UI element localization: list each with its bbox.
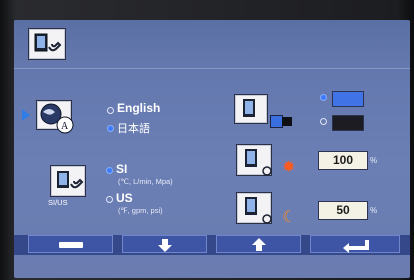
language-english-radio[interactable]	[107, 107, 114, 114]
bg-black-swatch[interactable]	[332, 115, 364, 131]
bg-black-radio[interactable]	[320, 118, 327, 125]
selection-pointer-icon	[22, 109, 30, 121]
units-si-label[interactable]: SI	[116, 162, 127, 176]
night-brightness-icon	[236, 192, 272, 224]
return-icon	[343, 240, 369, 253]
day-brightness-icon	[236, 144, 272, 176]
bg-blue-radio[interactable]	[320, 94, 327, 101]
day-brightness-value[interactable]: 100	[318, 151, 368, 170]
units-us-radio[interactable]	[106, 196, 113, 203]
units-si-detail: (℃, L/min, Mpa)	[118, 177, 173, 186]
moon-icon: ☾	[282, 209, 297, 226]
units-us-label[interactable]: US	[116, 191, 133, 205]
units-us-detail: (℉, gpm, psi)	[118, 206, 163, 215]
enter-bar-icon	[59, 242, 83, 248]
night-brightness-value[interactable]: 50	[318, 201, 368, 220]
language-japanese-label[interactable]: 日本語	[117, 120, 150, 136]
display-color-icon	[234, 94, 268, 124]
units-icon	[50, 165, 86, 197]
footer-button-down[interactable]	[122, 235, 207, 253]
svg-text:A: A	[61, 121, 69, 132]
arrow-down-icon	[158, 239, 172, 252]
day-brightness-unit: %	[370, 156, 378, 165]
footer-button-up[interactable]	[216, 235, 301, 253]
language-japanese-radio[interactable]	[107, 125, 114, 132]
header-bar	[14, 20, 410, 69]
night-brightness-unit: %	[370, 206, 378, 215]
settings-icon	[28, 28, 66, 60]
sun-icon: ✹	[282, 159, 296, 176]
language-globe-icon: A	[36, 100, 74, 134]
bg-blue-swatch[interactable]	[332, 91, 364, 107]
units-si-radio[interactable]	[106, 167, 113, 174]
footer-button-enter[interactable]	[310, 235, 400, 253]
language-english-label[interactable]: English	[117, 101, 160, 115]
black-square-icon	[282, 117, 292, 126]
footer-button-1[interactable]	[28, 235, 113, 253]
arrow-up-icon	[252, 238, 266, 251]
units-icon-caption: SI/US	[48, 198, 68, 207]
settings-screen: A English 日本語 SI/US SI (℃, L/min, Mpa) U…	[14, 20, 410, 278]
